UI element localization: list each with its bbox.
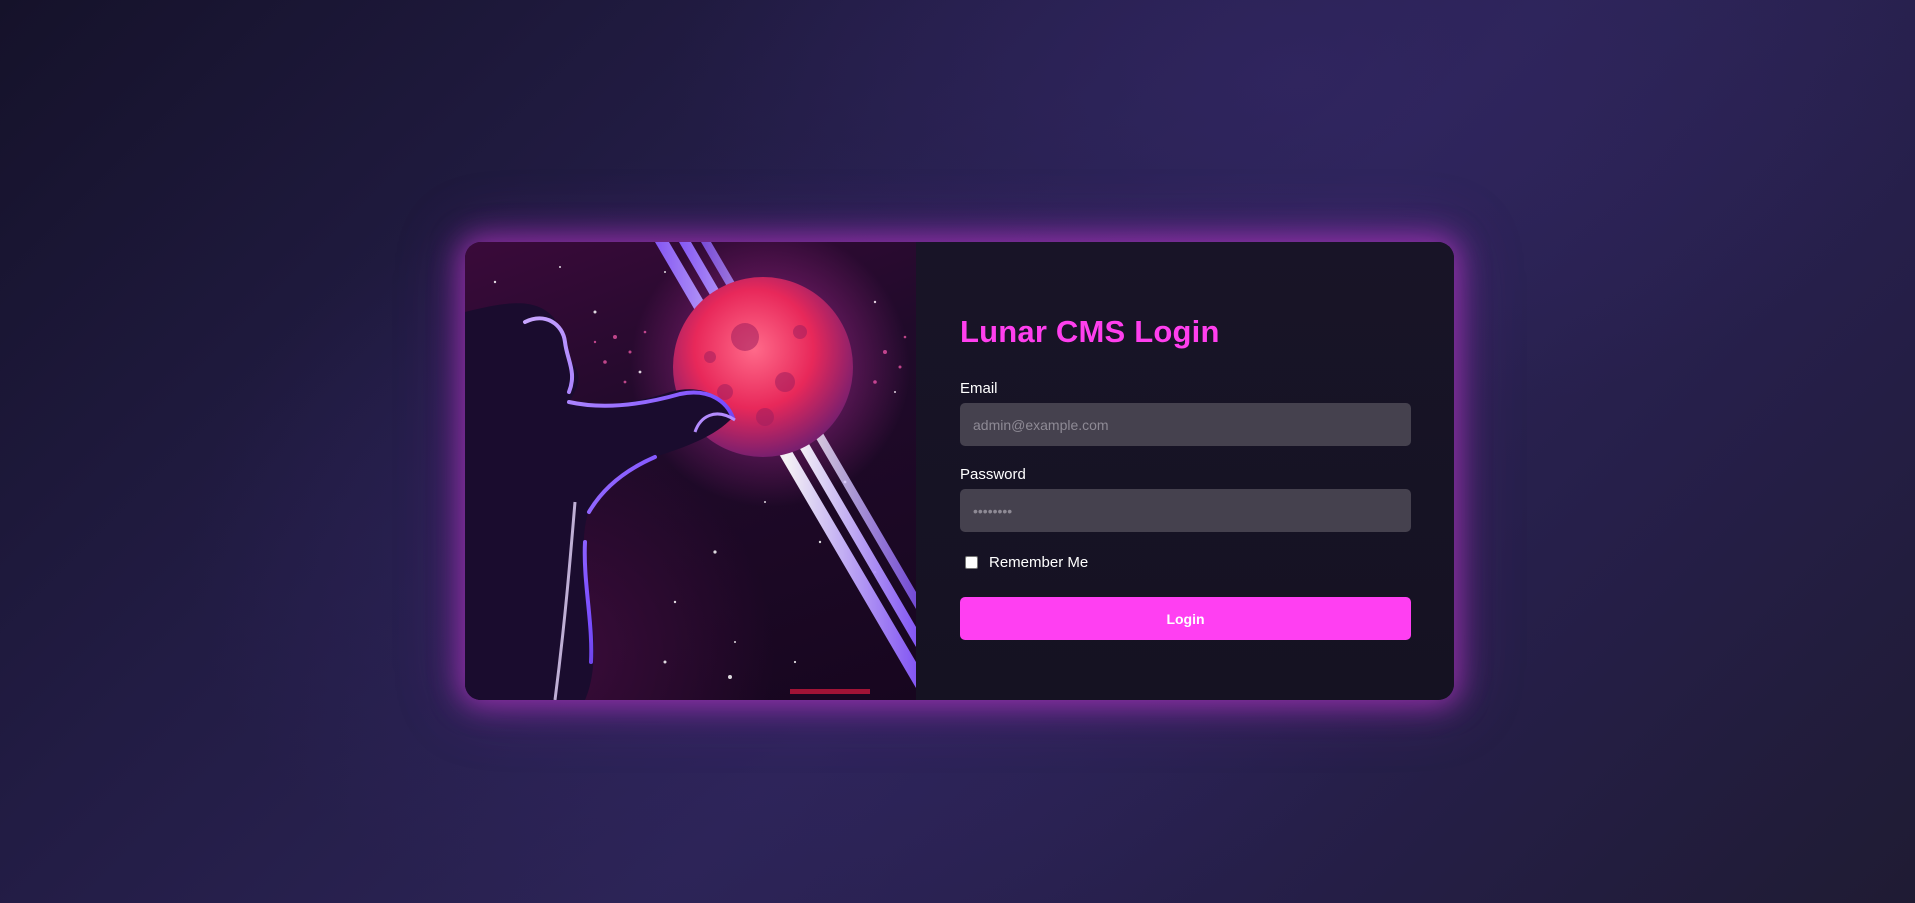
- login-button[interactable]: Login: [960, 597, 1411, 640]
- password-field[interactable]: [960, 489, 1411, 532]
- login-form-pane: Lunar CMS Login Email Password Remember …: [916, 242, 1454, 700]
- page-title: Lunar CMS Login: [960, 314, 1220, 349]
- planet-artwork-image: [465, 242, 916, 700]
- email-label: Email: [960, 380, 998, 397]
- email-field[interactable]: [960, 403, 1411, 446]
- remember-me-checkbox[interactable]: [965, 556, 978, 569]
- remember-me-label[interactable]: Remember Me: [989, 554, 1088, 571]
- hero-illustration: [465, 242, 916, 700]
- remember-me-row: Remember Me: [960, 554, 1411, 571]
- login-card: Lunar CMS Login Email Password Remember …: [465, 242, 1454, 700]
- password-label: Password: [960, 466, 1026, 483]
